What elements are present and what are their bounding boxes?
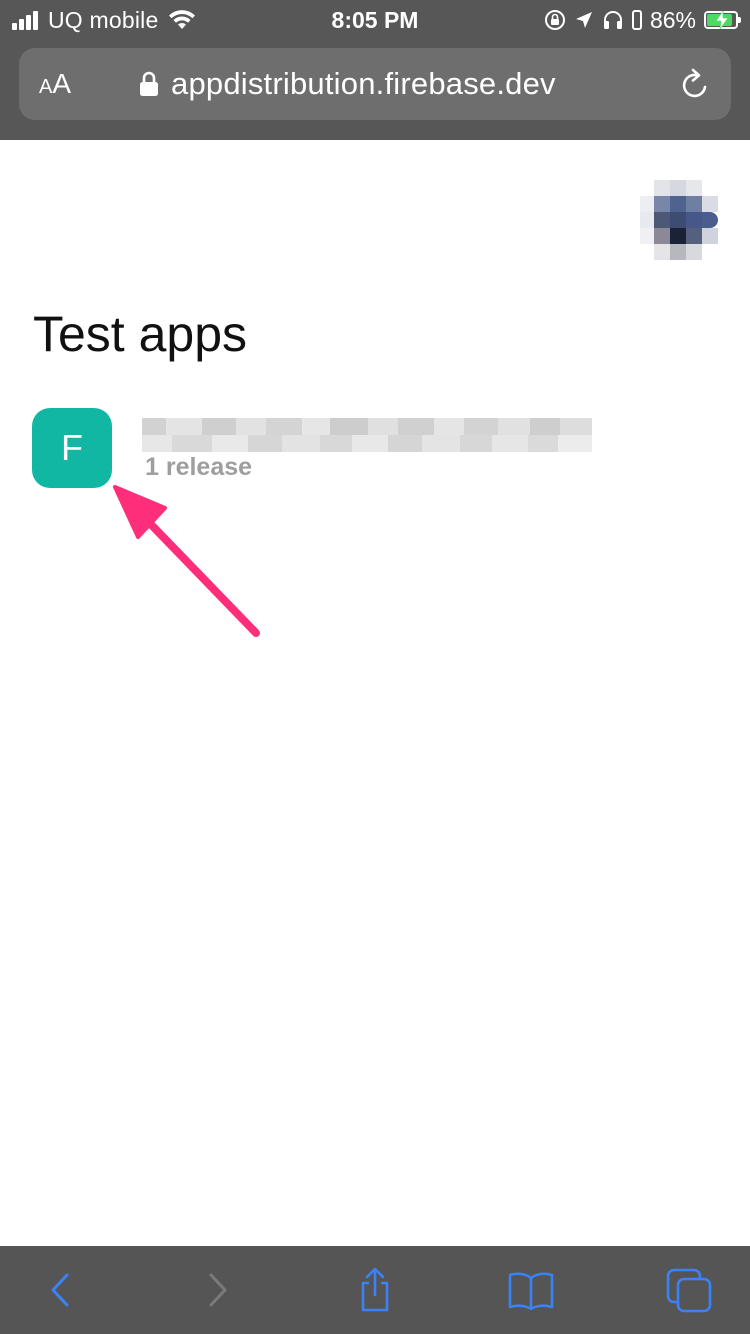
app-name-redacted	[142, 418, 592, 452]
tabs-icon	[666, 1268, 712, 1313]
headphones-icon	[603, 11, 622, 29]
share-icon	[361, 1267, 389, 1312]
url-text: appdistribution.firebase.dev	[171, 66, 556, 101]
portrait-icon	[631, 10, 642, 30]
bookmarks-button[interactable]	[506, 1266, 556, 1314]
reload-icon[interactable]	[677, 67, 713, 103]
page-title: Test apps	[33, 306, 248, 362]
address-bar[interactable]: AA appdistribution.firebase.dev	[19, 48, 731, 120]
lock-icon	[140, 71, 158, 96]
forward-icon	[209, 1273, 227, 1307]
share-button[interactable]	[350, 1266, 400, 1314]
bookmarks-icon	[508, 1272, 554, 1310]
url-field[interactable]: appdistribution.firebase.dev	[139, 48, 556, 120]
avatar[interactable]	[640, 180, 718, 270]
status-bar: UQ mobile 8:05 PM 86%	[0, 0, 750, 40]
tabs-button[interactable]	[664, 1266, 714, 1314]
app-icon[interactable]: F	[32, 408, 112, 488]
list-item[interactable]: F 1 release	[32, 408, 722, 490]
text-size-button[interactable]: AA	[39, 48, 89, 120]
back-icon	[51, 1273, 69, 1307]
status-right: 86%	[536, 5, 741, 35]
browser-top-chrome: UQ mobile 8:05 PM 86% AA appdistribution…	[0, 0, 750, 140]
release-count: 1 release	[145, 453, 253, 481]
forward-button[interactable]	[192, 1266, 242, 1314]
annotation-arrow	[113, 485, 260, 637]
battery-icon	[704, 11, 741, 29]
orientation-lock-icon	[544, 10, 565, 30]
browser-toolbar	[0, 1246, 750, 1334]
location-icon	[575, 12, 592, 28]
back-button[interactable]	[36, 1266, 86, 1314]
battery-percent: 86%	[649, 6, 696, 33]
